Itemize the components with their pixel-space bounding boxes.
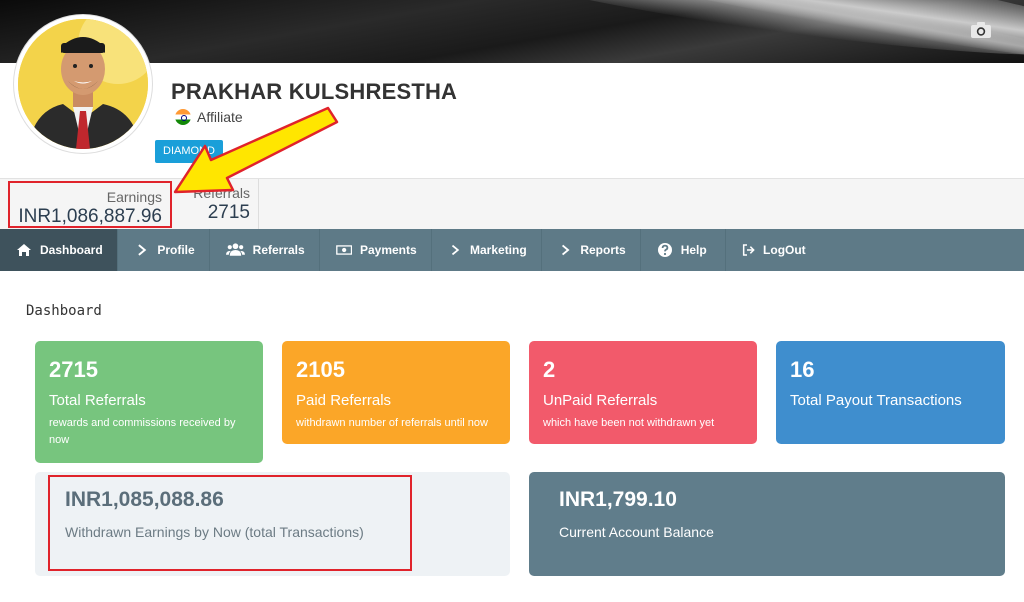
nav-label: Payments [359,243,417,257]
annotation-arrow-icon [173,106,339,194]
card-total-payout-transactions[interactable]: 16 Total Payout Transactions [776,341,1005,444]
card-title: Paid Referrals [296,392,392,409]
avatar-photo [18,19,148,149]
nav-label: Reports [580,243,626,257]
card-title: Total Payout Transactions [790,392,962,409]
main-nav: Dashboard Profile Referrals Payments Mar… [0,229,1024,271]
earnings-value: INR1,086,887.96 [18,206,162,227]
card-subtitle: which have been not withdrawn yet [543,417,715,429]
earnings-stat: Earnings INR1,086,887.96 [8,181,172,228]
nav-item-reports[interactable]: Reports [542,229,641,271]
card-value: 16 [790,357,815,382]
nav-label: Referrals [252,243,305,257]
card-title: UnPaid Referrals [543,392,658,409]
nav-item-help[interactable]: Help [641,229,726,271]
nav-item-referrals[interactable]: Referrals [210,229,320,271]
nav-item-payments[interactable]: Payments [320,229,432,271]
users-icon [225,243,245,256]
highlight-box [48,475,412,571]
card-value: 2 [543,357,556,382]
card-value: 2105 [296,357,345,382]
card-subtitle: rewards and commissions received by now [49,417,236,446]
money-icon [335,245,352,255]
nav-label: Dashboard [40,243,103,257]
nav-item-logout[interactable]: LogOut [726,229,820,271]
chevron-right-icon [137,244,146,256]
referrals-value: 2715 [207,202,250,223]
account-balance-card: INR1,799.10 Current Account Balance [529,472,1005,576]
stats-bar: Earnings INR1,086,887.96 Referrals 2715 [0,178,1024,230]
card-title: Total Referrals [49,392,146,409]
nav-item-marketing[interactable]: Marketing [432,229,542,271]
avatar[interactable] [14,15,152,153]
nav-item-dashboard[interactable]: Dashboard [0,229,118,271]
camera-icon[interactable] [970,21,992,39]
nav-label: Help [680,243,707,257]
card-value: 2715 [49,357,98,382]
chevron-right-icon [451,244,459,256]
balance-amount: INR1,799.10 [559,488,677,511]
earnings-label: Earnings [106,189,162,205]
card-subtitle: withdrawn number of referrals until now [296,417,488,429]
card-total-referrals[interactable]: 2715 Total Referrals rewards and commiss… [35,341,263,463]
nav-item-profile[interactable]: Profile [118,229,210,271]
balance-label: Current Account Balance [559,524,714,540]
cover-photo [0,0,1024,63]
page-title: Dashboard [26,303,102,319]
card-paid-referrals[interactable]: 2105 Paid Referrals withdrawn number of … [282,341,510,444]
nav-label: Marketing [470,243,527,257]
nav-label: LogOut [763,243,806,257]
nav-label: Profile [157,243,195,257]
card-unpaid-referrals[interactable]: 2 UnPaid Referrals which have been not w… [529,341,757,444]
question-circle-icon [657,243,672,257]
chevron-right-icon [561,244,570,256]
logout-icon [742,244,755,256]
home-icon [17,244,31,256]
